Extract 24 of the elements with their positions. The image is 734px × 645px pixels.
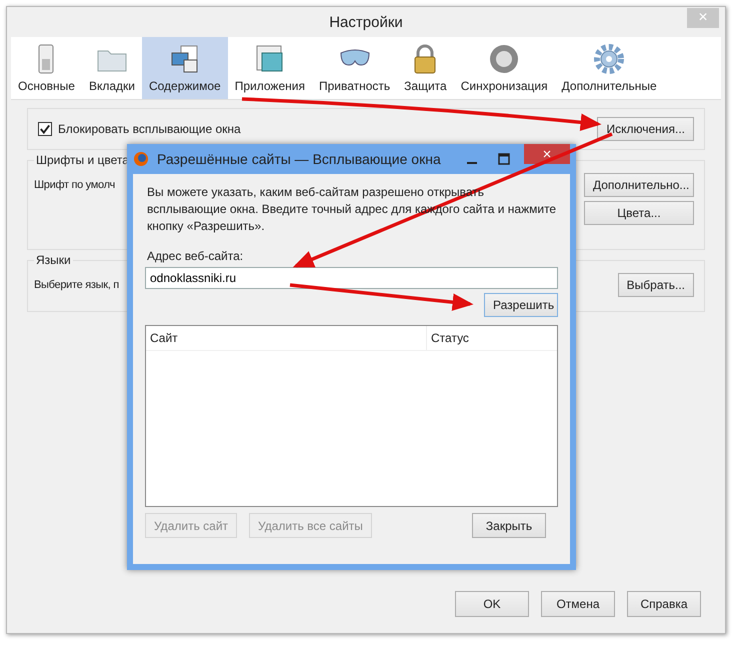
dialog-title: Разрешённые сайты — Всплывающие окна	[157, 151, 442, 167]
advanced-button[interactable]: Дополнительно...	[584, 173, 694, 197]
colors-button[interactable]: Цвета...	[584, 201, 694, 225]
language-label: Выберите язык, п	[34, 279, 119, 291]
address-label: Адрес веб-сайта:	[147, 249, 244, 263]
font-label: Шрифт по умолч	[34, 179, 115, 191]
column-header[interactable]: Статус	[427, 326, 473, 350]
dialog-button[interactable]: Справка	[627, 591, 701, 617]
column-header[interactable]: Сайт	[146, 326, 427, 350]
tab[interactable]: Содержимое	[142, 37, 228, 99]
window-title: Настройки	[329, 14, 403, 30]
close-dialog-button[interactable]: Закрыть	[472, 513, 546, 538]
choose-button[interactable]: Выбрать...	[618, 273, 694, 297]
address-field[interactable]: odnoklassniki.ru	[145, 267, 558, 289]
checkbox[interactable]	[38, 122, 52, 136]
settings-icon	[593, 43, 626, 75]
firefox-icon	[133, 151, 149, 167]
checkbox-label: Блокировать всплывающие окна	[58, 122, 241, 136]
dialog-button[interactable]: Отмена	[541, 591, 615, 617]
maximize-icon[interactable]	[498, 153, 510, 165]
group-title: Языки	[34, 253, 73, 267]
exceptions-button[interactable]: Исключения...	[597, 117, 694, 141]
allow-button[interactable]: Разрешить	[484, 293, 558, 317]
dialog-button[interactable]: OK	[455, 591, 529, 617]
